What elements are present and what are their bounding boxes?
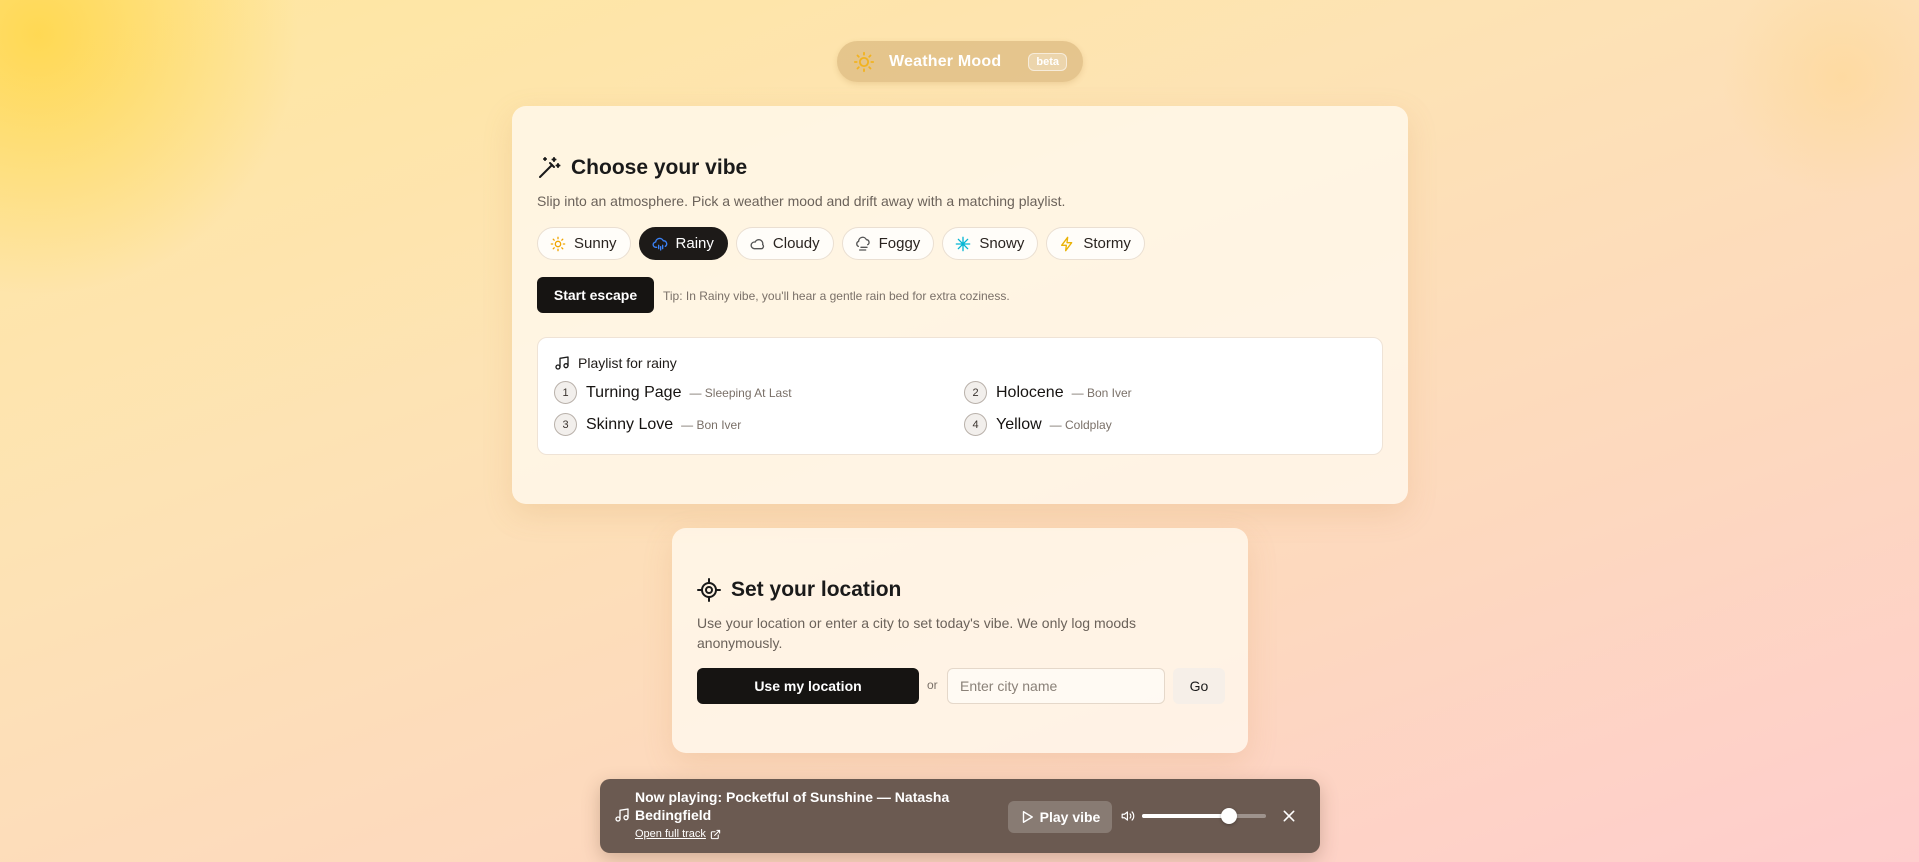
- snowflake-icon: [955, 236, 971, 251]
- mood-chips: Sunny Rainy Cloudy Foggy Snowy Stormy: [537, 227, 1145, 260]
- sun-icon: [550, 236, 566, 251]
- app-title: Weather Mood: [889, 52, 1002, 70]
- go-button[interactable]: Go: [1173, 668, 1225, 704]
- crosshair-icon: [697, 578, 721, 602]
- playlist-panel: Playlist for rainy 1 Turning Page — Slee…: [537, 337, 1383, 455]
- sun-icon: [853, 51, 875, 72]
- vibe-card: Choose your vibe Slip into an atmosphere…: [512, 106, 1408, 504]
- location-heading: Set your location: [697, 578, 901, 602]
- city-name-input[interactable]: [947, 668, 1165, 704]
- track-number: 1: [554, 381, 577, 404]
- app-header: Weather Mood beta: [837, 41, 1083, 82]
- play-icon: [1022, 811, 1033, 823]
- cloud-rain-icon: [652, 237, 667, 251]
- lightning-icon: [1061, 236, 1073, 251]
- music-note-icon: [615, 808, 629, 822]
- playlist-track-4[interactable]: 4 Yellow — Coldplay: [964, 413, 1112, 436]
- track-artist: — Coldplay: [1049, 417, 1112, 432]
- mood-chip-label: Snowy: [979, 235, 1025, 252]
- volume-slider-fill: [1142, 814, 1229, 818]
- mood-chip-label: Stormy: [1083, 235, 1131, 252]
- track-number: 4: [964, 413, 987, 436]
- start-escape-button[interactable]: Start escape: [537, 277, 654, 313]
- open-full-track-link[interactable]: Open full track: [635, 828, 721, 840]
- track-name: Yellow: [996, 415, 1042, 433]
- cloud-icon: [750, 238, 764, 249]
- mood-chip-cloudy[interactable]: Cloudy: [735, 227, 834, 260]
- volume-icon[interactable]: [1121, 809, 1135, 823]
- open-full-track-label: Open full track: [635, 828, 706, 840]
- beta-badge: beta: [1028, 52, 1067, 71]
- play-vibe-label: Play vibe: [1039, 809, 1101, 825]
- mood-chip-label: Sunny: [574, 235, 617, 252]
- magic-wand-icon: [539, 157, 561, 178]
- mood-chip-label: Foggy: [878, 235, 921, 252]
- vibe-heading: Choose your vibe: [537, 156, 747, 180]
- now-playing-bar: Now playing: Pocketful of Sunshine — Nat…: [600, 779, 1320, 853]
- location-card: Set your location Use your location or e…: [672, 528, 1248, 753]
- mood-chip-sunny[interactable]: Sunny: [537, 227, 631, 260]
- track-number: 3: [554, 413, 577, 436]
- external-link-icon: [710, 829, 721, 839]
- use-my-location-button[interactable]: Use my location: [697, 668, 919, 704]
- location-title: Set your location: [731, 578, 902, 601]
- close-icon[interactable]: [1281, 808, 1297, 824]
- mood-chip-label: Rainy: [675, 235, 714, 252]
- track-name: Skinny Love: [586, 415, 674, 433]
- or-separator: or: [927, 678, 938, 692]
- track-artist: — Bon Iver: [1071, 385, 1132, 400]
- mood-chip-snowy[interactable]: Snowy: [942, 227, 1039, 260]
- playlist-track-3[interactable]: 3 Skinny Love — Bon Iver: [554, 413, 741, 436]
- vibe-tip: Tip: In Rainy vibe, you'll hear a gentle…: [663, 289, 1010, 303]
- volume-slider[interactable]: [1142, 808, 1266, 824]
- playlist-track-2[interactable]: 2 Holocene — Bon Iver: [964, 381, 1132, 404]
- location-subtitle: Use your location or enter a city to set…: [697, 615, 1136, 651]
- track-artist: — Sleeping At Last: [689, 385, 792, 400]
- playlist-title: Playlist for rainy: [578, 355, 677, 371]
- mood-chip-rainy[interactable]: Rainy: [638, 227, 728, 260]
- now-playing-text: Now playing: Pocketful of Sunshine — Nat…: [635, 789, 950, 823]
- track-artist: — Bon Iver: [681, 417, 742, 432]
- track-name: Turning Page: [586, 383, 682, 401]
- mood-chip-foggy[interactable]: Foggy: [841, 227, 935, 260]
- track-number: 2: [964, 381, 987, 404]
- volume-slider-thumb[interactable]: [1220, 808, 1237, 824]
- playlist-heading: Playlist for rainy: [554, 355, 677, 371]
- playlist-track-1[interactable]: 1 Turning Page — Sleeping At Last: [554, 381, 792, 404]
- mood-chip-label: Cloudy: [772, 235, 820, 252]
- vibe-title: Choose your vibe: [571, 156, 748, 179]
- mood-chip-stormy[interactable]: Stormy: [1046, 227, 1145, 260]
- vibe-subtitle: Slip into an atmosphere. Pick a weather …: [537, 193, 1066, 209]
- music-note-icon: [555, 356, 569, 370]
- track-name: Holocene: [996, 383, 1064, 401]
- fog-icon: [855, 236, 870, 251]
- play-vibe-button[interactable]: Play vibe: [1008, 801, 1112, 833]
